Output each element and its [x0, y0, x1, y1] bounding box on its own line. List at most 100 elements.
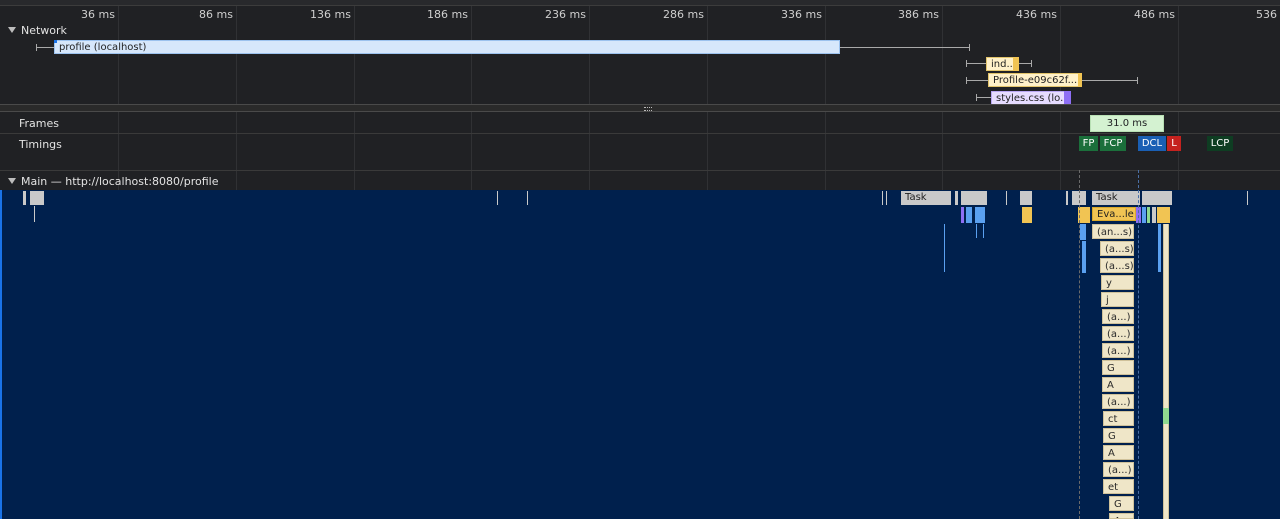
- dcl-guide-line: [1138, 170, 1139, 519]
- whisker-cap: [1031, 60, 1032, 67]
- paint-sliver: [1158, 224, 1161, 272]
- flame-frame[interactable]: (a...): [1102, 394, 1134, 409]
- flame-frame[interactable]: A: [1103, 445, 1134, 460]
- flame-frame[interactable]: et: [1103, 479, 1134, 494]
- request-download-whisker: [840, 47, 970, 48]
- timing-marker-dcl[interactable]: DCL: [1138, 136, 1166, 151]
- flame-frame[interactable]: (a...): [1102, 309, 1134, 324]
- flame-frame[interactable]: (an...s): [1092, 224, 1134, 239]
- network-request-bar[interactable]: Profile-e09c62f...: [988, 73, 1082, 87]
- task-sliver[interactable]: [1247, 191, 1248, 205]
- row-separator: [0, 133, 1280, 134]
- task-sliver[interactable]: [955, 191, 958, 205]
- selection-edge: [0, 190, 2, 519]
- task-sliver[interactable]: [882, 191, 883, 205]
- fp-guide-line: [1079, 170, 1080, 519]
- task-sliver[interactable]: [1006, 191, 1007, 205]
- ruler-tick: 536 ms: [1256, 8, 1280, 21]
- row-separator: [0, 170, 1280, 171]
- ruler-tick: 86 ms: [199, 8, 233, 21]
- ruler-tick: 36 ms: [81, 8, 115, 21]
- script-sliver: [1157, 207, 1170, 223]
- ruler-tick: 186 ms: [427, 8, 468, 21]
- task-sliver[interactable]: [886, 191, 887, 205]
- flame-frame[interactable]: y: [1101, 275, 1134, 290]
- flame-frame[interactable]: j: [1101, 292, 1134, 307]
- ruler-tick: 236 ms: [545, 8, 586, 21]
- request-wait-whisker: [966, 80, 988, 81]
- task-sliver[interactable]: [497, 191, 498, 205]
- flame-frame[interactable]: (a...s): [1100, 258, 1134, 273]
- network-request-bar[interactable]: profile (localhost): [54, 40, 840, 54]
- time-ruler[interactable]: 36 ms 86 ms 136 ms 186 ms 236 ms 286 ms …: [0, 6, 1280, 22]
- request-download-whisker: [1019, 63, 1031, 64]
- paint-sliver: [1082, 241, 1086, 273]
- timing-marker-lcp[interactable]: LCP: [1207, 136, 1233, 151]
- ruler-tick: 386 ms: [898, 8, 939, 21]
- resize-grip-icon[interactable]: [644, 107, 652, 111]
- timing-marker-load[interactable]: L: [1167, 136, 1181, 151]
- frame-duration-label: 31.0 ms: [1106, 118, 1148, 129]
- ruler-tick: 336 ms: [781, 8, 822, 21]
- gc-sliver: [1163, 408, 1169, 424]
- paint-sliver: [944, 224, 945, 272]
- request-wait-whisker: [966, 63, 986, 64]
- request-download-segment: [1013, 57, 1019, 71]
- task-sliver[interactable]: [1066, 191, 1068, 205]
- paint-sliver: [966, 207, 972, 223]
- network-resize-divider[interactable]: [0, 104, 1280, 112]
- main-thread-flame-chart[interactable]: [0, 190, 1280, 519]
- whisker-cap: [1137, 77, 1138, 84]
- flame-frame[interactable]: A: [1109, 513, 1134, 519]
- flame-frame[interactable]: (a...): [1102, 343, 1134, 358]
- task-sliver[interactable]: [1142, 191, 1172, 205]
- network-request-label: profile (localhost): [59, 42, 147, 53]
- flame-frame[interactable]: ct: [1103, 411, 1134, 426]
- timings-track-label[interactable]: Timings: [19, 138, 62, 151]
- paint-sliver: [1080, 224, 1086, 240]
- network-track-header[interactable]: Network: [8, 24, 67, 37]
- task-sliver[interactable]: [961, 191, 987, 205]
- timing-marker-fcp[interactable]: FCP: [1100, 136, 1126, 151]
- request-download-whisker: [1082, 80, 1138, 81]
- task-block[interactable]: Task: [901, 191, 951, 205]
- flame-frame[interactable]: G: [1109, 496, 1134, 511]
- evaluate-script-block[interactable]: Eva...le: [1092, 207, 1136, 221]
- paint-sliver: [983, 224, 984, 238]
- request-start-marker: [54, 40, 57, 43]
- task-sliver: [1152, 207, 1156, 223]
- frame-duration-box[interactable]: 31.0 ms: [1090, 115, 1164, 132]
- paint-sliver: [1142, 207, 1146, 223]
- task-sliver[interactable]: [527, 191, 528, 205]
- collapse-triangle-icon[interactable]: [8, 27, 16, 33]
- flame-frame[interactable]: G: [1102, 360, 1134, 375]
- request-wait-whisker: [36, 47, 54, 48]
- task-sliver: [34, 206, 35, 222]
- flame-frame[interactable]: G: [1103, 428, 1134, 443]
- task-sliver[interactable]: [1020, 191, 1032, 205]
- network-request-bar[interactable]: styles.css (lo...: [991, 91, 1071, 105]
- ruler-tick: 486 ms: [1134, 8, 1175, 21]
- call-stack-column[interactable]: [1163, 224, 1169, 519]
- flame-frame[interactable]: (a...s): [1100, 241, 1134, 256]
- ruler-tick: 286 ms: [663, 8, 704, 21]
- task-block[interactable]: Task: [1092, 191, 1140, 205]
- flame-frame[interactable]: A: [1102, 377, 1134, 392]
- script-sliver: [1022, 207, 1032, 223]
- network-request-label: styles.css (lo...: [996, 93, 1070, 104]
- main-track-label: Main — http://localhost:8080/profile: [21, 175, 219, 188]
- flame-frame[interactable]: (a...): [1103, 462, 1134, 477]
- task-sliver[interactable]: [23, 191, 26, 205]
- ruler-tick: 436 ms: [1016, 8, 1057, 21]
- request-download-segment: [1064, 91, 1071, 105]
- flame-frame[interactable]: (a...): [1102, 326, 1134, 341]
- ruler-tick: 136 ms: [310, 8, 351, 21]
- network-request-label: Profile-e09c62f...: [993, 75, 1078, 86]
- request-wait-whisker: [976, 97, 991, 98]
- timing-marker-fp[interactable]: FP: [1079, 136, 1098, 151]
- network-track-label: Network: [21, 24, 67, 37]
- frames-track-label[interactable]: Frames: [19, 117, 59, 130]
- collapse-triangle-icon[interactable]: [8, 178, 16, 184]
- main-track-header[interactable]: Main — http://localhost:8080/profile: [8, 175, 218, 188]
- task-sliver[interactable]: [30, 191, 44, 205]
